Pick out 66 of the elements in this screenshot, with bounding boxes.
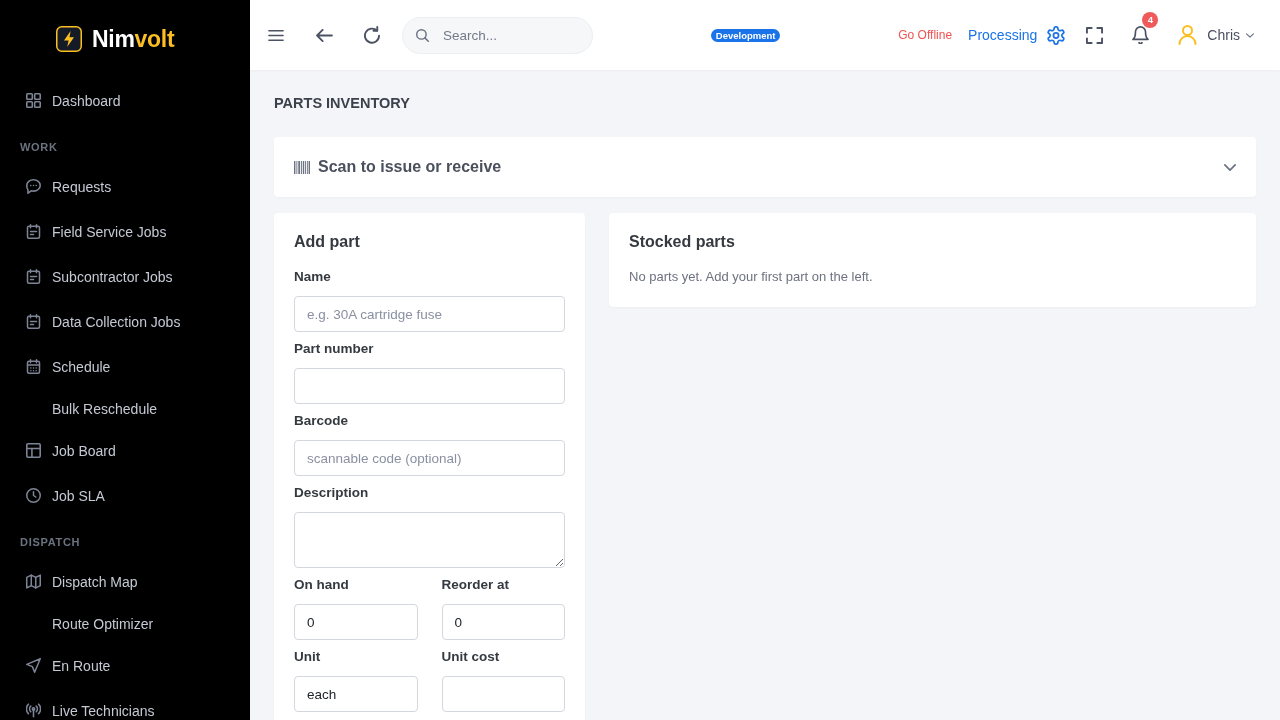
section-heading: DISPATCH [20, 535, 81, 550]
gear-icon [1047, 25, 1066, 45]
fullscreen-icon [1085, 26, 1103, 44]
arrow-left-icon [315, 28, 333, 42]
nav-item[interactable]: Dispatch Map [0, 573, 250, 590]
antenna-icon [26, 703, 41, 718]
brand-name: Nimvolt [92, 25, 175, 53]
user-menu-button[interactable]: Chris [1178, 25, 1254, 45]
field-label: Reorder at [441, 576, 510, 594]
notification-count: 4 [1142, 12, 1159, 28]
field-label: Description [294, 484, 369, 502]
nav-item[interactable]: Live Technicians [0, 702, 250, 719]
nav-item[interactable]: Data Collection Jobs [0, 313, 250, 330]
send-icon [26, 658, 41, 673]
page-title: PARTS INVENTORY [274, 94, 410, 112]
nav-item[interactable]: Route Optimizer [0, 615, 250, 632]
section-heading: WORK [20, 140, 58, 155]
calendar-note-icon [26, 314, 41, 329]
barcode-icon [294, 160, 310, 174]
nav-item[interactable]: Requests [0, 178, 250, 195]
calendar-icon [26, 359, 41, 374]
user-icon [1178, 25, 1198, 45]
field-label: On hand [294, 576, 349, 594]
card-title: Stocked parts [629, 232, 735, 252]
text-input[interactable] [441, 676, 565, 712]
chat-bubble-icon [26, 179, 41, 194]
nav-item[interactable]: Dashboard [0, 92, 250, 109]
field-label: Unit cost [441, 648, 500, 666]
textarea-field[interactable] [294, 512, 565, 568]
field-label: Unit [294, 648, 321, 666]
chevron-down-icon [1246, 32, 1254, 38]
text-input[interactable]: scannable code (optional) [294, 440, 565, 476]
calendar-note-icon [26, 224, 41, 239]
refresh-icon [364, 26, 380, 44]
text-input[interactable]: 0 [294, 604, 418, 640]
chevron-down-icon [1224, 163, 1236, 171]
bell-icon [1131, 26, 1149, 44]
nav-item[interactable]: Job Board [0, 442, 250, 459]
search-icon [416, 28, 429, 42]
map-icon [26, 574, 41, 589]
nav-item[interactable]: Field Service Jobs [0, 223, 250, 240]
nav-item[interactable]: Subcontractor Jobs [0, 268, 250, 285]
go-offline-link[interactable]: Go Offline [898, 28, 953, 42]
calendar-note-icon [26, 269, 41, 284]
field-label: Barcode [294, 412, 349, 430]
menu-icon [268, 29, 284, 41]
text-input[interactable]: e.g. 30A cartridge fuse [294, 296, 565, 332]
logo-icon [56, 26, 82, 52]
layout-icon [26, 443, 41, 458]
text-input[interactable]: 0 [441, 604, 565, 640]
clock-icon [26, 488, 41, 503]
text-input[interactable] [294, 368, 565, 404]
text-input[interactable]: each [294, 676, 418, 712]
nav-item[interactable]: Job SLA [0, 487, 250, 504]
processing-button[interactable]: Processing [968, 25, 1066, 45]
nav-item[interactable]: Schedule [0, 358, 250, 375]
environment-badge: Development [710, 28, 781, 42]
card-title: Add part [294, 232, 360, 252]
search-field[interactable]: Search... [402, 16, 593, 54]
nav-item[interactable]: Bulk Reschedule [0, 400, 250, 417]
field-label: Name [294, 268, 331, 286]
empty-message: No parts yet. Add your first part on the left. [629, 268, 873, 286]
nav-item[interactable]: En Route [0, 657, 250, 674]
grid-icon [26, 93, 41, 108]
field-label: Part number [294, 340, 374, 358]
scan-panel-header[interactable]: Scan to issue or receive [274, 137, 1256, 197]
